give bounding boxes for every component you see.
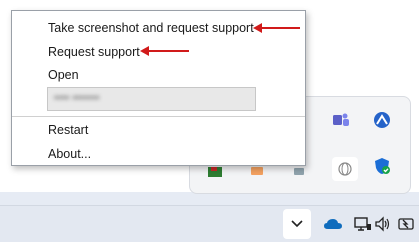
teams-icon[interactable] [332, 111, 350, 129]
security-shield-icon[interactable] [373, 157, 391, 175]
network-monitor-icon[interactable] [354, 215, 372, 233]
taskbar [0, 205, 419, 242]
menu-item-open[interactable]: Open [48, 66, 79, 84]
redacted-field-text: •••• ••••••• [54, 92, 100, 104]
menu-item-take-screenshot[interactable]: Take screenshot and request support [48, 19, 254, 37]
globe-icon[interactable] [332, 157, 358, 181]
chevron-up-icon[interactable] [283, 209, 311, 239]
vpn-icon[interactable] [373, 111, 391, 129]
menu-separator [12, 116, 305, 117]
menu-item-request-support[interactable]: Request support [48, 43, 140, 61]
context-menu: Take screenshot and request support Requ… [11, 10, 306, 166]
menu-text-field[interactable]: •••• ••••••• [47, 87, 256, 111]
onedrive-cloud-icon[interactable] [323, 215, 343, 233]
battery-icon[interactable] [398, 215, 416, 233]
menu-item-about[interactable]: About... [48, 145, 91, 163]
speaker-icon[interactable] [374, 215, 392, 233]
menu-item-restart[interactable]: Restart [48, 121, 88, 139]
